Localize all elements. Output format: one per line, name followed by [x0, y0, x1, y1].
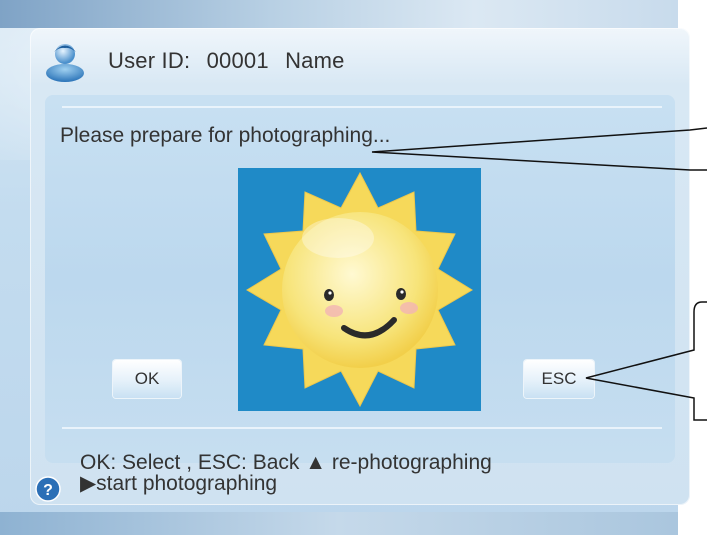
svg-text:?: ?: [43, 482, 53, 499]
user-header: User ID: 00001 Name: [44, 36, 355, 86]
bottom-decorative-strip: [0, 512, 678, 535]
user-info: User ID: 00001 Name: [108, 48, 355, 74]
divider-top: [62, 106, 662, 108]
key-help-text: OK: Select , ESC: Back ▲ re-photographin…: [80, 452, 492, 494]
divider-bottom: [62, 427, 662, 429]
smiling-sun-image: [246, 171, 473, 408]
user-id-label: User ID:: [108, 48, 191, 73]
esc-button[interactable]: ESC: [524, 360, 594, 398]
photograph-prompt: Please prepare for photographing...: [60, 124, 391, 147]
key-help-line-1: OK: Select , ESC: Back ▲ re-photographin…: [80, 451, 492, 474]
help-icon: ?: [35, 476, 61, 502]
user-name-label: Name: [285, 48, 345, 73]
top-decorative-strip: [0, 0, 678, 28]
photo-preview: [238, 168, 481, 411]
user-id-value: 00001: [206, 48, 269, 73]
ok-button[interactable]: OK: [113, 360, 181, 398]
user-avatar-icon: [46, 44, 84, 82]
key-help-line-2: ▶start photographing: [80, 472, 278, 495]
